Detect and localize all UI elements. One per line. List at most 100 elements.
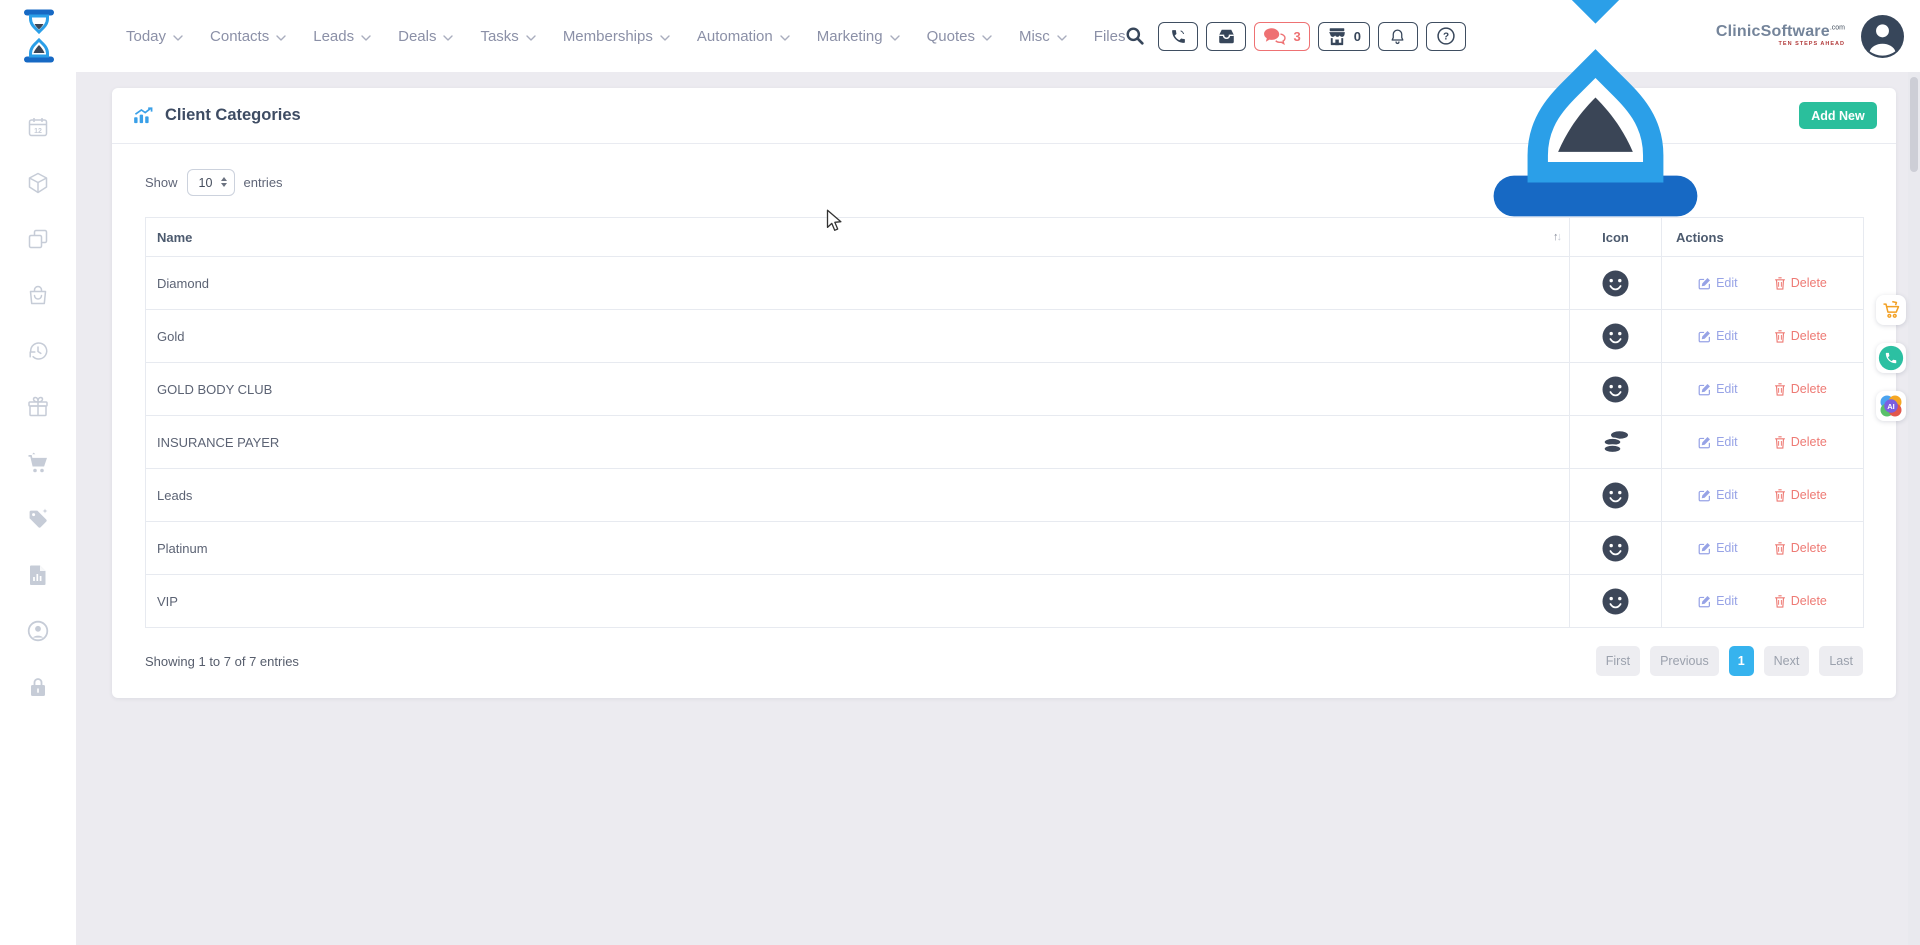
floating-phone-green-button[interactable]	[1876, 343, 1906, 373]
pagination-next[interactable]: Next	[1764, 646, 1810, 676]
help-icon: ?	[1436, 26, 1456, 46]
sidebar-item-report[interactable]	[26, 563, 50, 587]
sidebar-item-lock[interactable]	[26, 675, 50, 699]
brand-tld: .com	[1830, 25, 1845, 32]
delete-link[interactable]: Delete	[1774, 276, 1827, 290]
edit-link[interactable]: Edit	[1698, 435, 1738, 449]
nav-item-misc[interactable]: Misc	[1019, 28, 1067, 45]
column-header-name[interactable]: Name ↑↓	[146, 218, 1570, 257]
inbox-button[interactable]	[1206, 22, 1246, 51]
nav-item-label: Misc	[1019, 28, 1050, 45]
chevron-down-icon	[780, 35, 790, 41]
smiley-icon	[1602, 486, 1629, 503]
pagination-first[interactable]: First	[1596, 646, 1640, 676]
chevron-down-icon	[660, 35, 670, 41]
nav-item-today[interactable]: Today	[126, 28, 183, 45]
coins-icon	[1602, 433, 1630, 450]
edit-link[interactable]: Edit	[1698, 594, 1738, 608]
nav-item-label: Marketing	[817, 28, 883, 45]
nav-item-marketing[interactable]: Marketing	[817, 28, 900, 45]
category-icon-cell	[1570, 310, 1662, 363]
sidebar-item-bag[interactable]	[26, 283, 50, 307]
search-icon[interactable]	[1125, 26, 1145, 46]
edit-label: Edit	[1716, 329, 1738, 343]
nav-item-label: Contacts	[210, 28, 269, 45]
actions-cell: Edit Delete	[1662, 363, 1864, 416]
actions-cell: Edit Delete	[1662, 522, 1864, 575]
edit-link[interactable]: Edit	[1698, 382, 1738, 396]
sidebar-item-calendar-12[interactable]: 12	[26, 115, 50, 139]
edit-link[interactable]: Edit	[1698, 541, 1738, 555]
column-header-icon: Icon	[1570, 218, 1662, 257]
help-button[interactable]: ?	[1426, 22, 1466, 51]
nav-item-label: Automation	[697, 28, 773, 45]
edit-label: Edit	[1716, 488, 1738, 502]
account-icon	[26, 619, 50, 643]
sidebar-item-history[interactable]	[26, 339, 50, 363]
sidebar-item-account[interactable]	[26, 619, 50, 643]
nav-item-automation[interactable]: Automation	[697, 28, 790, 45]
edit-pencil-icon	[1698, 542, 1711, 555]
phone-button[interactable]	[1158, 22, 1198, 51]
sidebar-item-gift[interactable]	[26, 395, 50, 419]
chevron-down-icon	[276, 35, 286, 41]
trash-icon	[1774, 330, 1786, 343]
delete-link[interactable]: Delete	[1774, 329, 1827, 343]
svg-text:12: 12	[34, 128, 42, 135]
table-row: PlatinumEditDelete	[146, 522, 1864, 575]
nav-item-leads[interactable]: Leads	[313, 28, 371, 45]
floating-cart-orange-button[interactable]	[1876, 295, 1906, 325]
bell-button[interactable]	[1378, 22, 1418, 51]
store-button[interactable]: 0	[1318, 22, 1370, 51]
edit-link[interactable]: Edit	[1698, 329, 1738, 343]
growth-chart-icon	[133, 107, 154, 124]
badge-count: 0	[1354, 29, 1361, 44]
nav-item-label: Files	[1094, 28, 1126, 45]
table-header-row: Name ↑↓ Icon Actions	[146, 218, 1864, 257]
page-size-select[interactable]: 10	[187, 169, 235, 196]
floating-ai-button[interactable]: AI	[1876, 391, 1906, 421]
nav-item-quotes[interactable]: Quotes	[927, 28, 992, 45]
pagination-last[interactable]: Last	[1819, 646, 1863, 676]
pagination: First Previous 1 Next Last	[1596, 646, 1863, 676]
user-avatar[interactable]	[1861, 15, 1904, 58]
delete-link[interactable]: Delete	[1774, 541, 1827, 555]
nav-item-memberships[interactable]: Memberships	[563, 28, 670, 45]
nav-item-files[interactable]: Files	[1094, 28, 1126, 45]
delete-link[interactable]: Delete	[1774, 382, 1827, 396]
edit-pencil-icon	[1698, 436, 1711, 449]
name-column-label: Name	[157, 230, 192, 245]
phone-icon	[1170, 28, 1187, 45]
chevron-down-icon	[890, 35, 900, 41]
nav-item-tasks[interactable]: Tasks	[480, 28, 535, 45]
scrollbar-thumb[interactable]	[1910, 77, 1918, 172]
bell-icon	[1389, 27, 1406, 46]
delete-link[interactable]: Delete	[1774, 435, 1827, 449]
pagination-page-1[interactable]: 1	[1729, 646, 1754, 676]
actions-cell: Edit Delete	[1662, 575, 1864, 628]
calendar-12-icon: 12	[26, 115, 50, 139]
table-row: INSURANCE PAYEREditDelete	[146, 416, 1864, 469]
clinicsoftware-hourglass-logo	[22, 8, 56, 64]
smiley-icon	[1602, 380, 1629, 397]
lock-icon	[26, 675, 50, 699]
trash-icon	[1774, 595, 1786, 608]
sidebar-item-copy[interactable]	[26, 227, 50, 251]
phone-green-icon	[1877, 344, 1905, 372]
pagination-previous[interactable]: Previous	[1650, 646, 1719, 676]
delete-link[interactable]: Delete	[1774, 488, 1827, 502]
edit-pencil-icon	[1698, 383, 1711, 396]
delete-link[interactable]: Delete	[1774, 594, 1827, 608]
nav-item-contacts[interactable]: Contacts	[210, 28, 286, 45]
edit-link[interactable]: Edit	[1698, 276, 1738, 290]
edit-link[interactable]: Edit	[1698, 488, 1738, 502]
nav-item-label: Deals	[398, 28, 436, 45]
clinicsoftware-brand-logo: ClinicSoftware.com TEN STEPS AHEAD	[1480, 0, 1845, 219]
nav-item-deals[interactable]: Deals	[398, 28, 453, 45]
sidebar-item-tag[interactable]	[26, 507, 50, 531]
sidebar-item-cart[interactable]	[26, 451, 50, 475]
trash-icon	[1774, 436, 1786, 449]
sidebar-item-cube[interactable]	[26, 171, 50, 195]
chat-button[interactable]: 3	[1254, 22, 1309, 51]
trash-icon	[1774, 489, 1786, 502]
